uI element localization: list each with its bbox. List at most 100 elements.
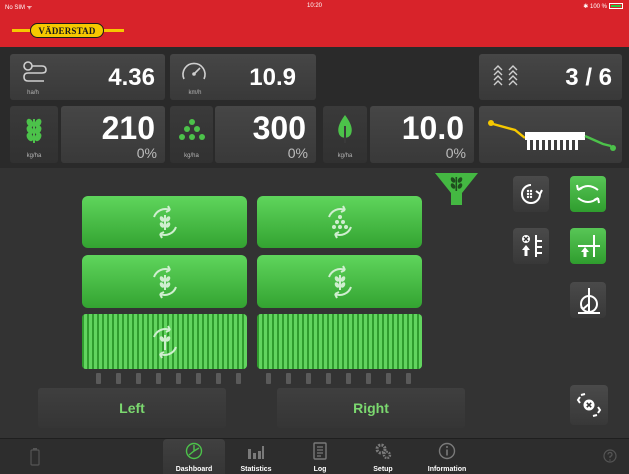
fertilizer-rate-tile[interactable]: 300 0% — [215, 106, 316, 163]
speed-tile[interactable]: km/h 10.9 — [170, 54, 316, 100]
bottom-nav: Dashboard Statistics Log Setup Informati… — [0, 438, 629, 474]
hopper-seed-icon — [435, 173, 478, 205]
section-control-button[interactable] — [570, 385, 608, 425]
right-row-section[interactable] — [257, 314, 422, 369]
gears-icon — [375, 443, 392, 460]
fertilizer-icon-tile: kg/ha — [170, 106, 213, 163]
logo-text: VÄDERSTAD — [30, 23, 104, 38]
brand-bar: No SIM ᯤ 10:20 ✱ 100 % VÄDERSTAD — [0, 0, 629, 47]
battery-label: ✱ 100 % — [583, 4, 607, 10]
log-icon — [313, 442, 327, 460]
left-section-button[interactable]: Left — [38, 388, 226, 428]
app-window: No SIM ᯤ 10:20 ✱ 100 % VÄDERSTAD ha/h 4.… — [0, 0, 629, 474]
nav-log-label: Log — [313, 466, 327, 473]
seed-rate-value: 210 — [101, 110, 155, 146]
pre-emergence-marker-button[interactable] — [570, 282, 606, 318]
marker-toggle-button[interactable] — [570, 176, 606, 212]
vaderstad-logo: VÄDERSTAD — [12, 22, 124, 39]
tramline-value: 3 / 6 — [565, 64, 612, 91]
metering-seed-icon — [327, 265, 352, 298]
metering-seed-icon — [152, 325, 177, 358]
statistics-icon — [248, 446, 264, 459]
lift-control-button[interactable] — [570, 228, 606, 264]
fertilizer-dots-icon — [179, 119, 205, 140]
coulter — [286, 373, 291, 384]
fertilizer-rate-value: 300 — [252, 110, 306, 146]
battery-status: ✱ 100 % — [583, 3, 623, 10]
left-seed-unit-2[interactable] — [82, 255, 247, 308]
nav-statistics-label: Statistics — [240, 466, 272, 473]
logo-line-left — [12, 29, 30, 32]
microgranule-rate-tile[interactable]: 10.0 0% — [370, 106, 474, 163]
seed-rate-unit: kg/ha — [26, 153, 42, 159]
speed-unit: km/h — [188, 90, 202, 96]
coulter — [116, 373, 121, 384]
left-row-section[interactable] — [82, 314, 247, 369]
nav-information-label: Information — [427, 466, 467, 473]
nav-log[interactable]: Log — [289, 439, 351, 474]
leaf-drop-icon — [338, 115, 352, 143]
coulter — [406, 373, 411, 384]
left-seed-unit[interactable] — [82, 196, 247, 248]
nav-dashboard-label: Dashboard — [175, 466, 213, 473]
battery-indicator-icon — [30, 448, 40, 466]
calibration-icon — [521, 184, 543, 204]
coulter — [96, 373, 101, 384]
clock: 10:20 — [306, 3, 322, 9]
coulter — [216, 373, 221, 384]
seed-icon-tile: kg/ha — [10, 106, 58, 163]
nav-information[interactable]: Information — [416, 439, 478, 474]
tramline-shift-button[interactable] — [513, 228, 549, 264]
area-rate-unit: ha/h — [27, 90, 39, 96]
grain-seed-icon — [26, 118, 42, 143]
area-rate-value: 4.36 — [108, 64, 155, 91]
speed-value: 10.9 — [249, 64, 296, 91]
area-rate-tile[interactable]: ha/h 4.36 — [10, 54, 165, 100]
implement-status-tile[interactable] — [479, 106, 622, 163]
seed-drill-icon — [488, 120, 616, 151]
metering-seed-icon — [152, 205, 177, 239]
calibration-button[interactable] — [513, 176, 549, 212]
logo-line-right — [104, 29, 124, 32]
metering-seed-icon — [152, 265, 177, 298]
microgranule-rate-value: 10.0 — [401, 110, 464, 146]
battery-icon — [609, 3, 623, 10]
right-section-button[interactable]: Right — [277, 388, 465, 428]
coulter — [346, 373, 351, 384]
pre-emergence-marker-icon — [578, 288, 600, 314]
dashboard-icon — [185, 442, 203, 460]
nav-dashboard[interactable]: Dashboard — [163, 439, 225, 474]
coulter — [196, 373, 201, 384]
nav-setup[interactable]: Setup — [352, 439, 414, 474]
metering-fertilizer-icon — [327, 205, 352, 239]
fertilizer-rate-unit: kg/ha — [184, 153, 199, 159]
right-fertilizer-unit[interactable] — [257, 196, 422, 248]
coulter — [306, 373, 311, 384]
seed-rate-percent: 0% — [136, 145, 157, 161]
info-icon — [438, 442, 456, 460]
coulter — [156, 373, 161, 384]
microgranule-rate-percent: 0% — [445, 145, 466, 161]
nav-statistics[interactable]: Statistics — [225, 439, 287, 474]
area-per-hour-icon — [23, 61, 47, 82]
lift-icon — [578, 235, 600, 257]
coulter — [366, 373, 371, 384]
tramline-tile[interactable]: 3 / 6 — [479, 54, 622, 100]
coulter — [176, 373, 181, 384]
speedometer-icon — [182, 62, 206, 80]
microgranule-rate-unit: kg/ha — [337, 153, 353, 159]
coulter — [136, 373, 141, 384]
tramline-shift-icon — [522, 235, 542, 257]
help-icon[interactable] — [603, 449, 617, 463]
coulter — [266, 373, 271, 384]
coulter — [326, 373, 331, 384]
right-seed-unit-2[interactable] — [257, 255, 422, 308]
fertilizer-rate-percent: 0% — [287, 145, 308, 161]
microgranule-icon-tile: kg/ha — [323, 106, 367, 163]
section-control-icon — [576, 393, 602, 417]
seed-rate-tile[interactable]: 210 0% — [61, 106, 165, 163]
tramline-icon — [493, 65, 518, 86]
nav-setup-label: Setup — [373, 466, 393, 473]
row-stripes — [257, 314, 422, 369]
marker-arms-icon — [576, 184, 600, 204]
